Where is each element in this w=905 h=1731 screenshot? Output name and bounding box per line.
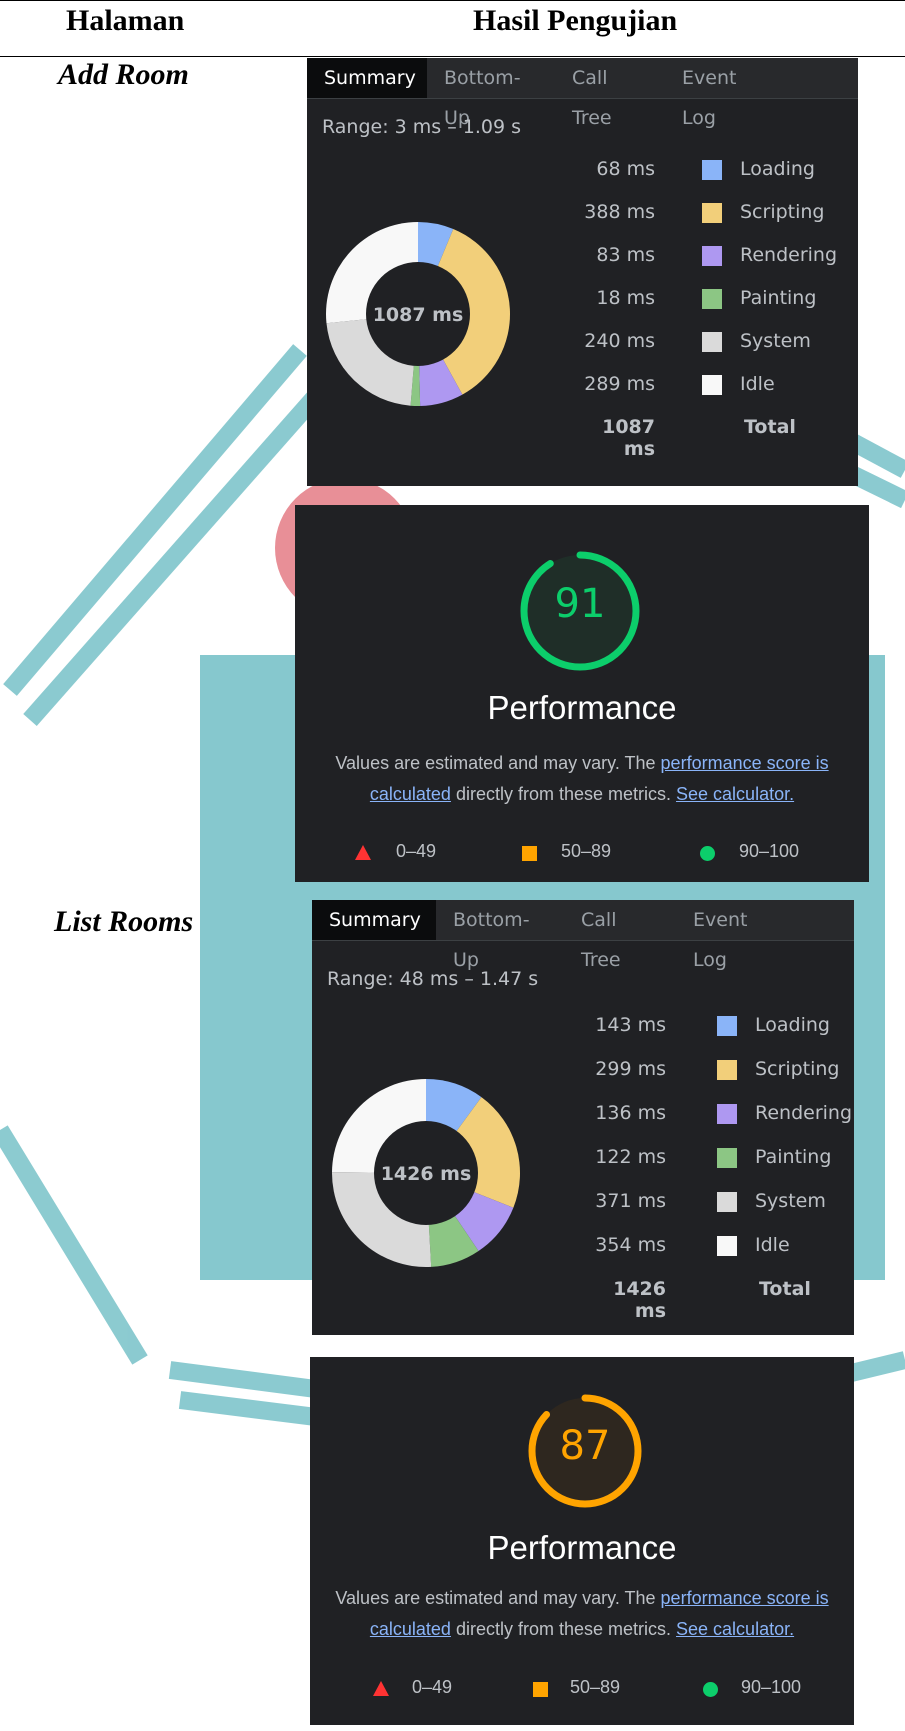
donut-center-label: 1426 ms — [381, 1163, 472, 1185]
legend-swatch-loading — [702, 160, 722, 180]
legend-value-painting: 122 ms — [595, 1146, 666, 1168]
pass-circle-icon — [700, 846, 715, 861]
pass-circle-icon — [703, 1682, 718, 1697]
tab-summary[interactable]: Summary — [307, 58, 427, 98]
legend-label-painting: Painting — [755, 1146, 832, 1168]
legend-average-range: 50–89 — [570, 1677, 621, 1697]
performance-score: 87 — [559, 1423, 611, 1469]
legend-value-loading: 143 ms — [595, 1014, 666, 1036]
tab-bottom-up[interactable]: Bottom-Up — [436, 900, 564, 971]
average-square-icon — [522, 846, 537, 861]
legend-swatch-scripting — [717, 1060, 737, 1080]
legend-pass-range: 90–100 — [741, 1677, 802, 1697]
legend-average-range: 50–89 — [561, 841, 612, 861]
legend-swatch-scripting — [702, 203, 722, 223]
see-calculator-link[interactable]: See calculator. — [676, 784, 794, 804]
legend-label-rendering: Rendering — [740, 244, 838, 266]
fail-triangle-icon — [373, 1681, 389, 1696]
performance-title: Performance — [487, 1529, 677, 1566]
performance-score: 91 — [554, 581, 606, 627]
tab-event-log[interactable]: Event Log — [676, 900, 796, 971]
legend-swatch-idle — [702, 375, 722, 395]
legend-swatch-loading — [717, 1016, 737, 1036]
lighthouse-panel-add-room: 91 Performance Values are estimated and … — [295, 505, 869, 882]
row-label-add-room: Add Room — [58, 58, 189, 91]
legend-label-scripting: Scripting — [755, 1058, 840, 1080]
legend-swatch-painting — [702, 289, 722, 309]
legend-value-idle: 354 ms — [595, 1234, 666, 1256]
see-calculator-link[interactable]: See calculator. — [676, 1619, 794, 1639]
legend-value-rendering: 136 ms — [595, 1102, 666, 1124]
performance-title: Performance — [487, 689, 677, 726]
desc-text-1: Values are estimated and may vary. The — [335, 1588, 661, 1608]
lighthouse-panel-list-rooms: 87 Performance Values are estimated and … — [310, 1357, 854, 1725]
table-header-rule — [0, 56, 905, 57]
tab-summary[interactable]: Summary — [312, 900, 436, 940]
legend-value-scripting: 388 ms — [584, 201, 655, 223]
legend-value-idle: 289 ms — [584, 373, 655, 395]
donut-center-label: 1087 ms — [373, 304, 464, 326]
legend-value-painting: 18 ms — [596, 287, 655, 309]
desc-text-2: directly from these metrics. — [450, 1619, 677, 1639]
average-square-icon — [533, 1682, 548, 1697]
legend-label-system: System — [755, 1190, 826, 1212]
header-hasil-pengujian: Hasil Pengujian — [473, 4, 678, 37]
legend-total-value: 1087 ms — [602, 416, 655, 460]
legend-label-scripting: Scripting — [740, 201, 825, 223]
legend-value-loading: 68 ms — [596, 158, 655, 180]
table-top-rule — [0, 0, 905, 1]
legend-pass-range: 90–100 — [739, 841, 800, 861]
summary-tabs: Summary Bottom-Up Call Tree Event Log — [307, 58, 858, 129]
range-text: Range: 3 ms – 1.09 s — [322, 116, 522, 138]
legend-total-label: Total — [759, 1278, 811, 1300]
legend-label-idle: Idle — [755, 1234, 790, 1256]
tab-call-tree[interactable]: Call Tree — [555, 58, 665, 129]
desc-text-2: directly from these metrics. — [450, 784, 677, 804]
row-label-list-rooms: List Rooms — [54, 905, 194, 938]
fail-triangle-icon — [355, 845, 371, 860]
legend-value-scripting: 299 ms — [595, 1058, 666, 1080]
legend-swatch-idle — [717, 1236, 737, 1256]
legend-swatch-painting — [717, 1148, 737, 1168]
tab-call-tree[interactable]: Call Tree — [564, 900, 676, 971]
legend-swatch-rendering — [717, 1104, 737, 1124]
legend-label-loading: Loading — [740, 158, 815, 180]
performance-description: Values are estimated and may vary. The p… — [305, 748, 859, 810]
legend-label-painting: Painting — [740, 287, 817, 309]
legend-swatch-system — [717, 1192, 737, 1212]
legend-label-system: System — [740, 330, 811, 352]
header-halaman: Halaman — [66, 4, 185, 37]
legend-swatch-system — [702, 332, 722, 352]
legend-value-rendering: 83 ms — [596, 244, 655, 266]
activity-donut-chart: 1426 ms — [332, 1079, 520, 1267]
legend-value-system: 240 ms — [584, 330, 655, 352]
summary-tabs: Summary Bottom-Up Call Tree Event Log — [312, 900, 854, 971]
legend-label-idle: Idle — [740, 373, 775, 395]
legend-swatch-rendering — [702, 246, 722, 266]
summary-panel-list-rooms: Summary Bottom-Up Call Tree Event Log Ra… — [312, 900, 854, 1335]
legend-fail-range: 0–49 — [412, 1677, 453, 1697]
legend-total-label: Total — [744, 416, 796, 438]
performance-description: Values are estimated and may vary. The p… — [320, 1583, 844, 1645]
legend-value-system: 371 ms — [595, 1190, 666, 1212]
legend-fail-range: 0–49 — [396, 841, 437, 861]
legend-label-loading: Loading — [755, 1014, 830, 1036]
tab-bottom-up[interactable]: Bottom-Up — [427, 58, 555, 129]
legend-label-rendering: Rendering — [755, 1102, 853, 1124]
tab-event-log[interactable]: Event Log — [665, 58, 785, 129]
activity-donut-chart: 1087 ms — [326, 222, 510, 406]
desc-text-1: Values are estimated and may vary. The — [335, 753, 661, 773]
summary-panel-add-room: Summary Bottom-Up Call Tree Event Log Ra… — [307, 58, 858, 486]
legend-total-value: 1426 ms — [613, 1278, 666, 1322]
range-text: Range: 48 ms – 1.47 s — [327, 968, 539, 990]
